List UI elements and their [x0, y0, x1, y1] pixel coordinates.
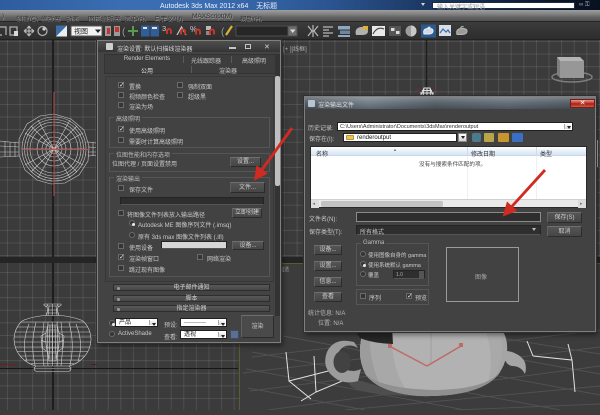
- svg-text:视图: 视图: [74, 27, 88, 36]
- svg-text:(: (: [122, 27, 126, 38]
- svg-text:(: (: [221, 27, 225, 38]
- svg-text:3: 3: [162, 24, 166, 33]
